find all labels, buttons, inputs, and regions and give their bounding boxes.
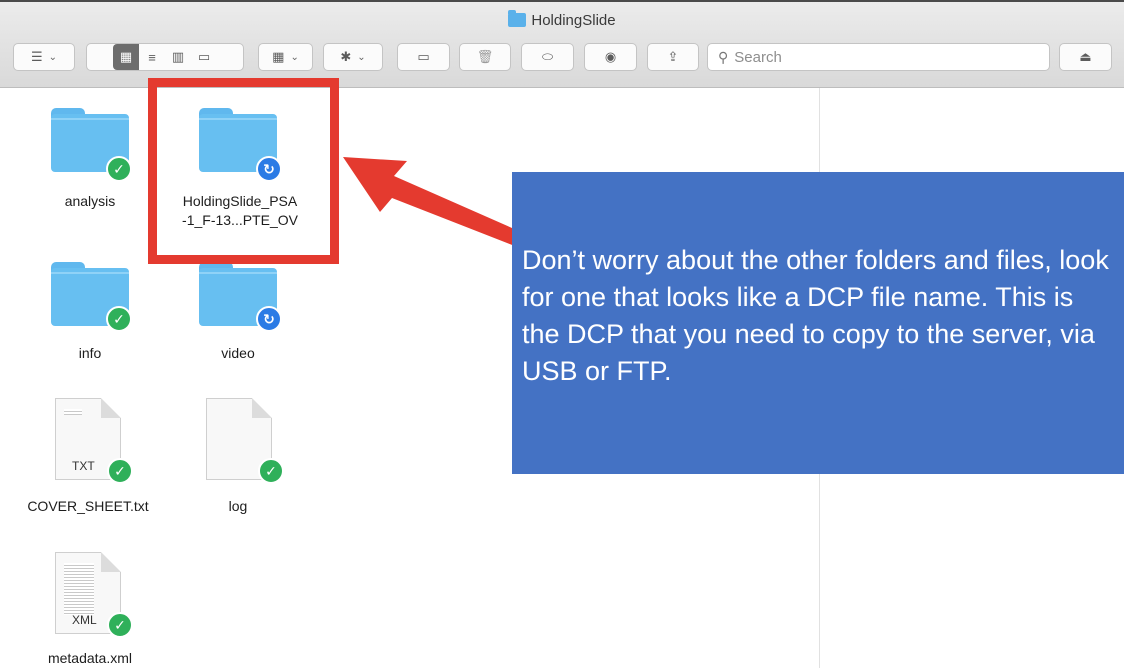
annotation-callout: Don’t worry about the other folders and … — [512, 172, 1124, 474]
